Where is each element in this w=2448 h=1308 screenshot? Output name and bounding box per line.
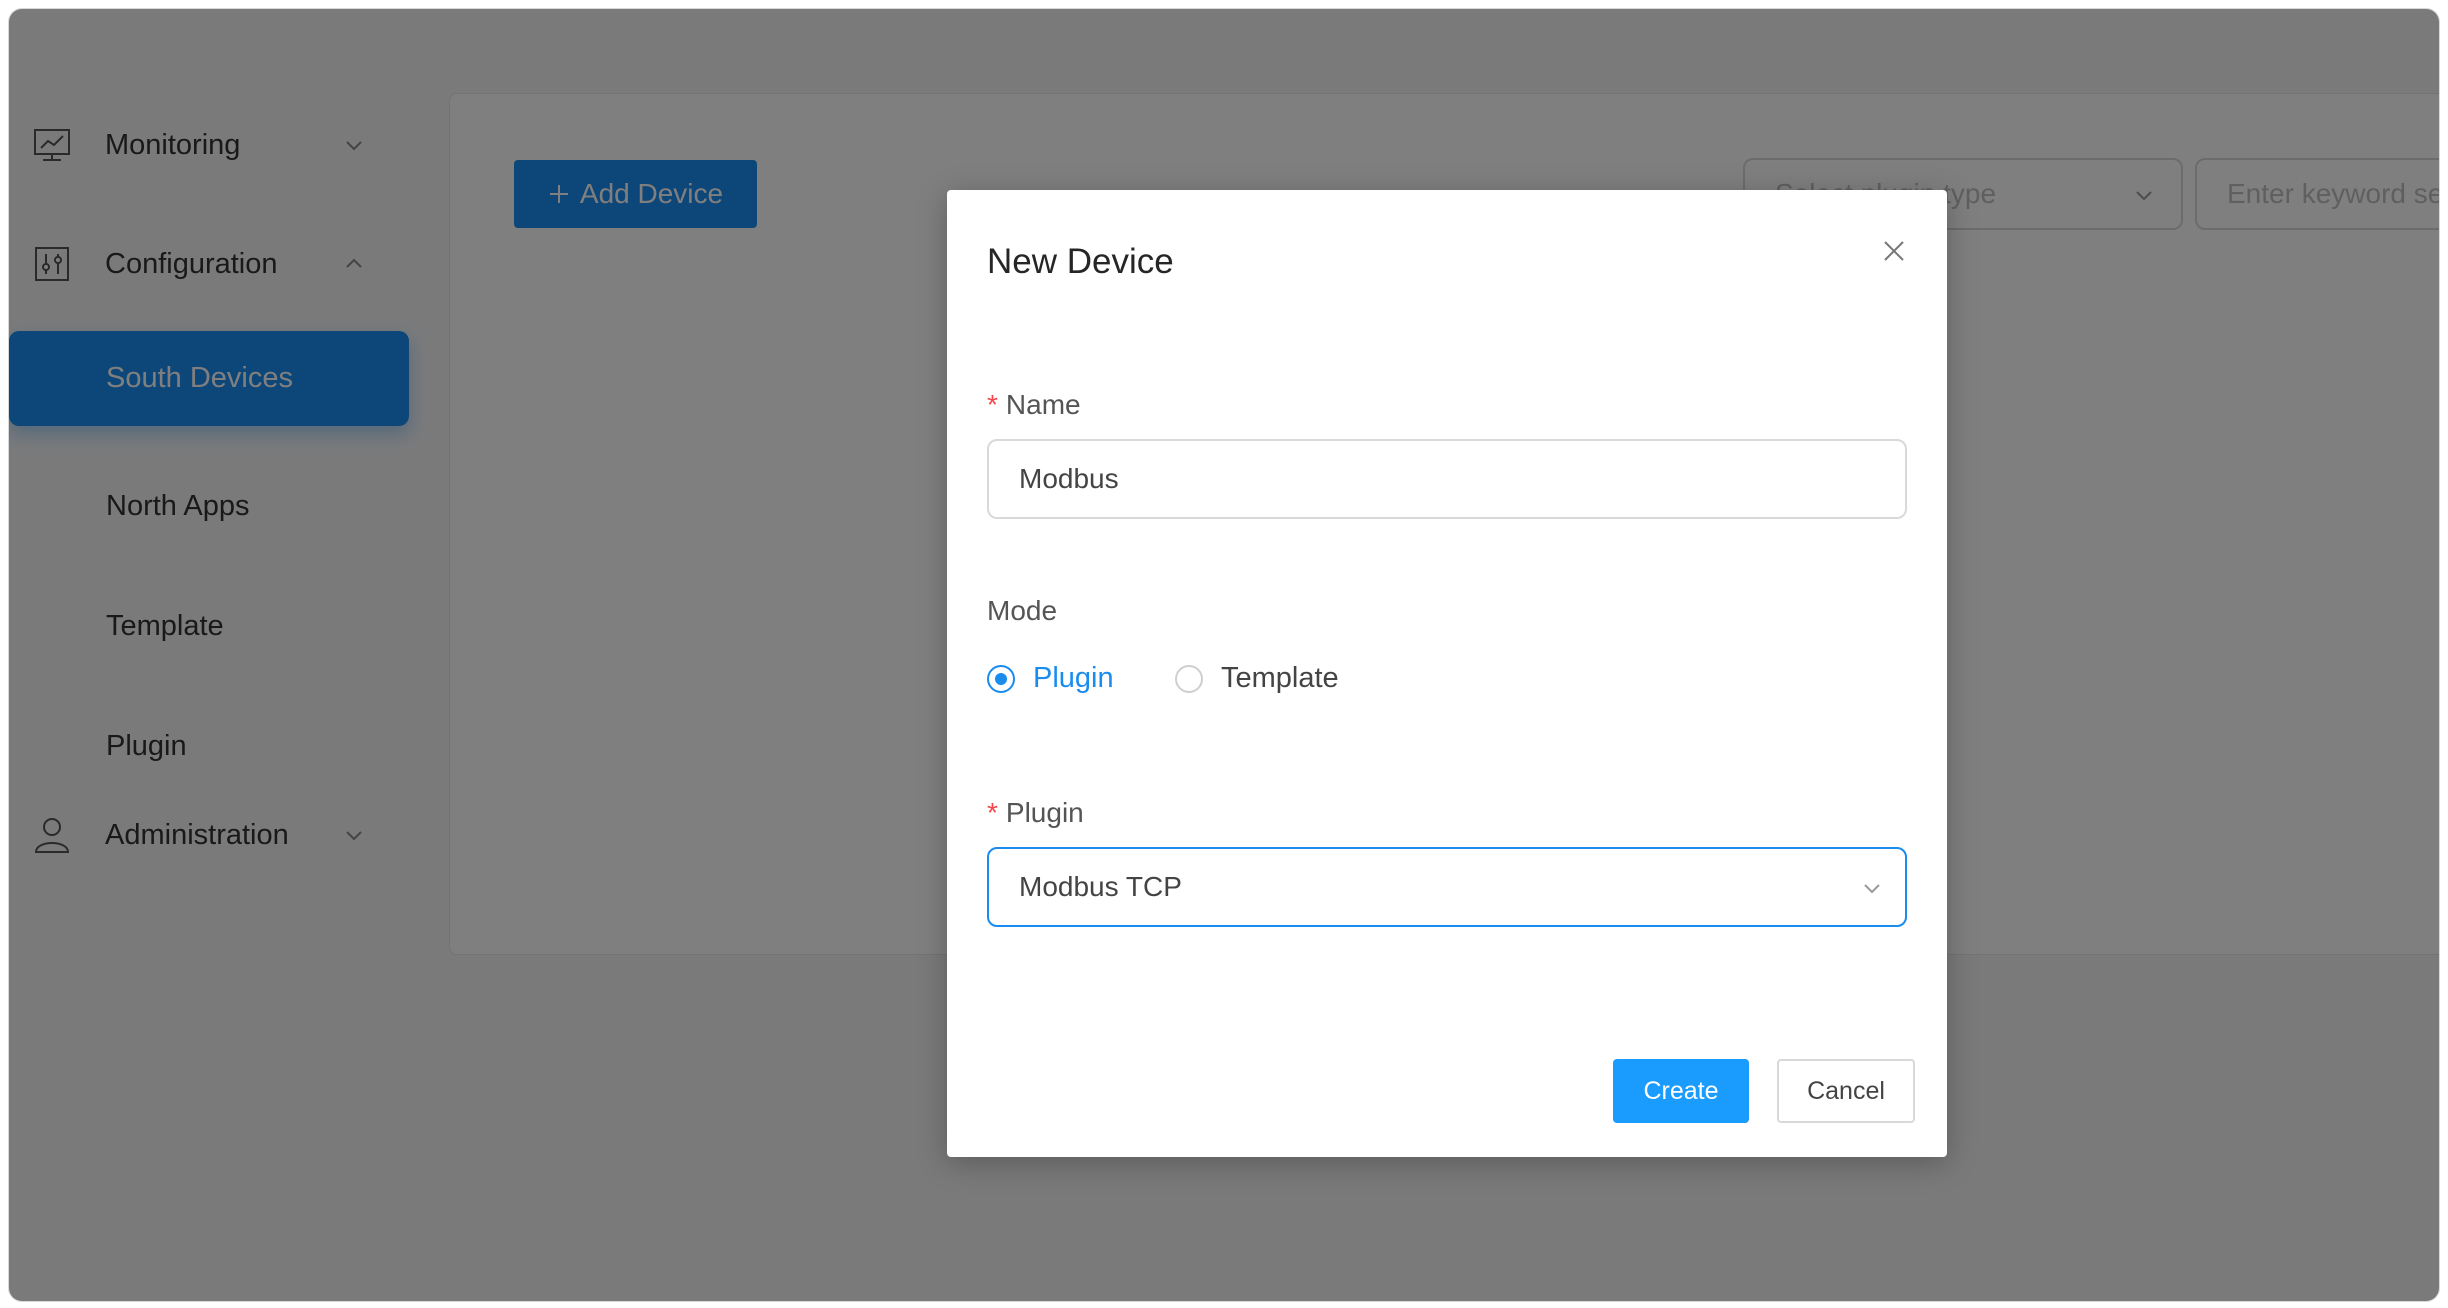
plugin-select[interactable]: Modbus TCP [987,847,1907,927]
radio-label: Plugin [1033,662,1114,694]
new-device-dialog: New Device * Name Modbus Mode Plugin Temp… [947,190,1947,1157]
cancel-button[interactable]: Cancel [1777,1059,1915,1123]
radio-label: Template [1221,662,1339,694]
plugin-value: Modbus TCP [1019,871,1182,902]
chevron-down-icon [1864,884,1880,894]
create-label: Create [1643,1076,1719,1105]
mode-plugin-radio[interactable]: Plugin [987,662,1114,695]
name-field[interactable]: Modbus [987,439,1907,519]
radio-dot [1175,664,1203,693]
close-icon[interactable] [1879,236,1909,266]
name-value: Modbus [1019,463,1119,494]
name-label: * Name [987,389,1081,420]
cancel-label: Cancel [1807,1076,1885,1105]
required-marker: * [987,389,998,420]
mode-label: Mode [987,595,1058,626]
create-button[interactable]: Create [1613,1059,1749,1123]
required-marker: * [987,797,998,828]
radio-dot [987,664,1015,693]
dialog-title: New Device [987,242,1174,281]
plugin-label: * Plugin [987,797,1084,828]
app-window: Monitoring Configuration South Devices N… [8,8,2440,1302]
mode-template-radio[interactable]: Template [1175,662,1339,695]
